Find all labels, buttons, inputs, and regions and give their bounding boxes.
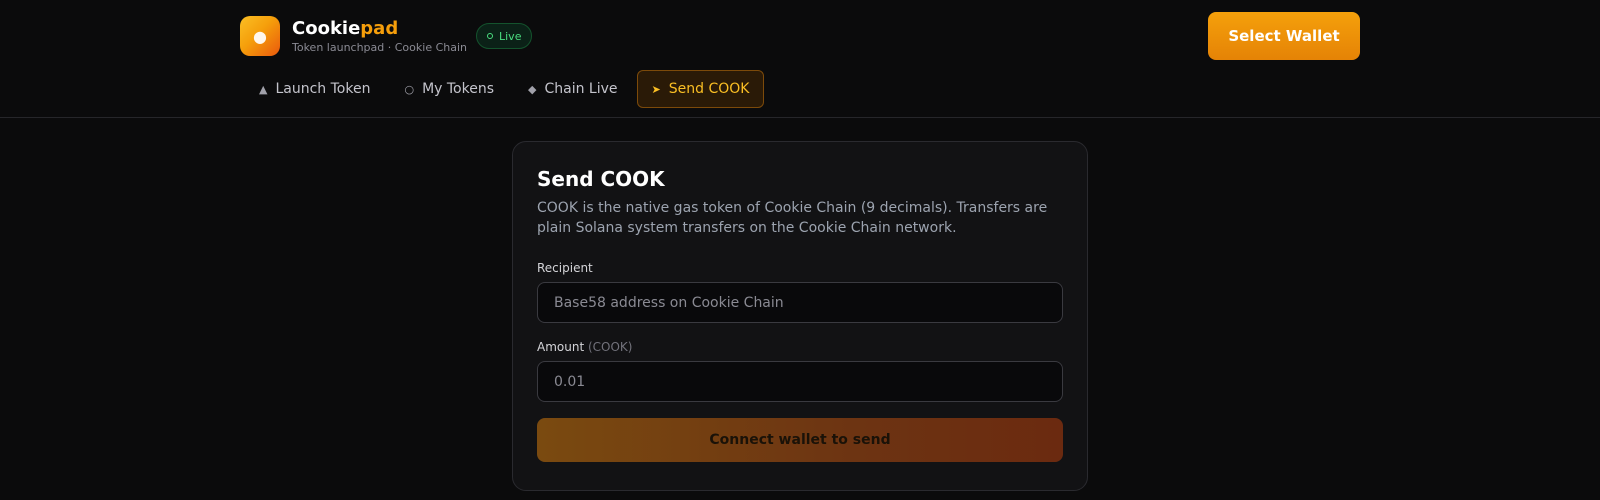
nav-item-label: Send COOK [668, 81, 750, 97]
activity-icon: ◆ [528, 82, 537, 96]
recipient-placeholder: Base58 address on Cookie Chain [554, 294, 784, 311]
nav-item-chain-live[interactable]: ◆ Chain Live [513, 70, 633, 108]
recipient-input[interactable]: Base58 address on Cookie Chain [537, 282, 1063, 323]
live-label: Live [499, 29, 522, 43]
live-status-badge: Live [476, 23, 533, 49]
amount-unit: (COOK) [587, 340, 633, 354]
amount-label-text: Amount [537, 340, 585, 354]
amount-placeholder: 0.01 [554, 373, 586, 390]
amount-input[interactable]: 0.01 [537, 361, 1063, 402]
live-dot-icon [487, 33, 493, 39]
brand-name-accent: pad [360, 17, 399, 39]
rocket-icon: ▲ [259, 82, 268, 96]
amount-label: Amount (COOK) [537, 339, 1063, 355]
card-description: COOK is the native gas token of Cookie C… [537, 200, 1048, 236]
main-nav: ▲ Launch Token ○ My Tokens ◆ Chain Live … [244, 70, 765, 108]
brand-text: Cookiepad Token launchpad · Cookie Chain [292, 18, 467, 55]
nav-item-my-tokens[interactable]: ○ My Tokens [389, 70, 509, 108]
brand[interactable]: ● Cookiepad Token launchpad · Cookie Cha… [240, 16, 467, 56]
nav-item-launch-token[interactable]: ▲ Launch Token [244, 70, 385, 108]
app-header: ● Cookiepad Token launchpad · Cookie Cha… [0, 0, 1600, 118]
nav-item-label: Launch Token [275, 81, 371, 97]
coins-icon: ○ [404, 82, 415, 96]
recipient-label: Recipient [537, 260, 1063, 276]
brand-name-main: Cookie [292, 17, 361, 39]
nav-item-label: My Tokens [422, 81, 495, 97]
connect-wallet-to-send-button[interactable]: Connect wallet to send [537, 418, 1063, 462]
brand-name: Cookiepad [292, 18, 467, 40]
send-icon: ➤ [651, 82, 661, 96]
select-wallet-button[interactable]: Select Wallet [1208, 12, 1360, 60]
recipient-label-text: Recipient [537, 261, 593, 275]
brand-subtitle: Token launchpad · Cookie Chain [292, 40, 468, 54]
nav-item-send-cook[interactable]: ➤ Send COOK [636, 70, 765, 108]
card-title: Send COOK [537, 167, 665, 191]
send-cook-card: Send COOK COOK is the native gas token o… [512, 141, 1088, 491]
nav-item-label: Chain Live [544, 81, 618, 97]
cookie-icon: ● [240, 16, 280, 56]
